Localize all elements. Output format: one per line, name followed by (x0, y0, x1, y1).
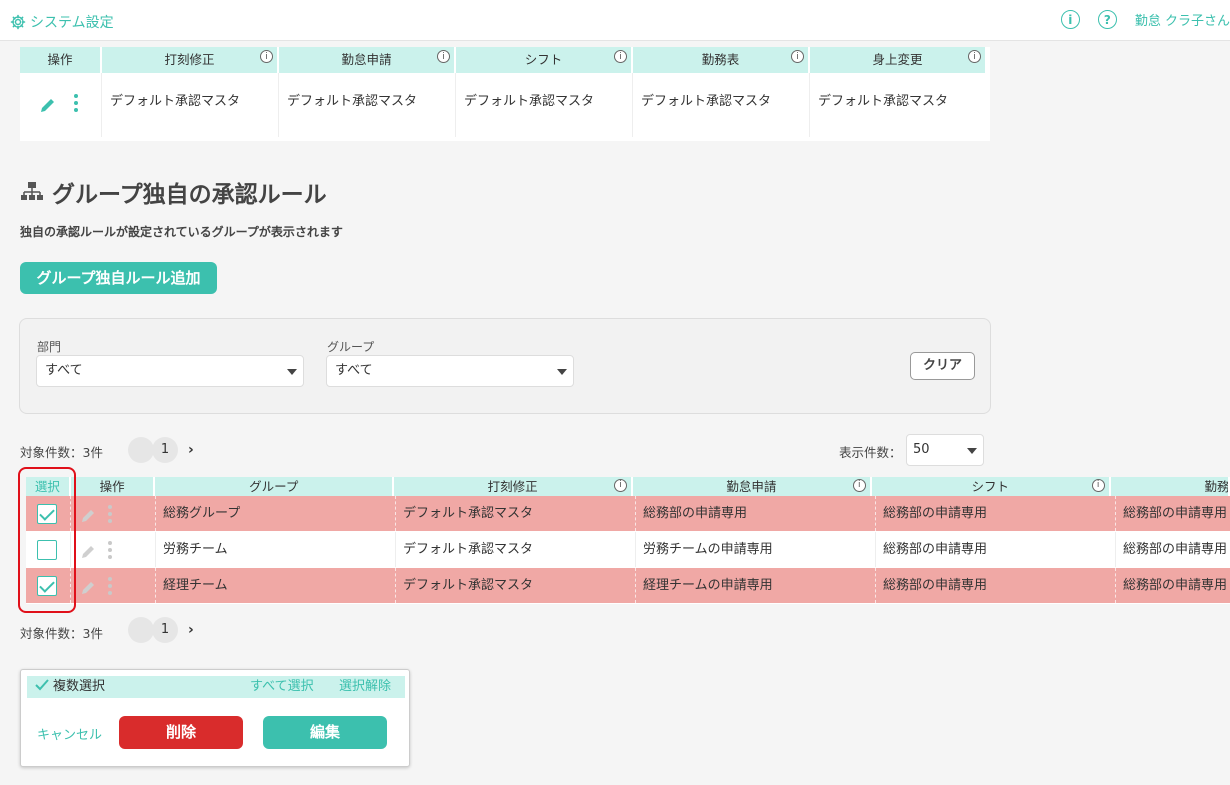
clear-button[interactable]: クリア (910, 352, 975, 380)
info-icon[interactable]: i (437, 50, 450, 63)
edit-button[interactable]: 編集 (263, 716, 387, 749)
cell-punch: デフォルト承認マスタ (396, 496, 636, 531)
org-chart-icon (21, 182, 43, 200)
cell-worksheet: 総務部の申請専用 (1123, 506, 1228, 521)
col-header-personal: 身上変更 i (810, 47, 985, 73)
col-header-shift: シフト i (871, 477, 1109, 496)
page-number[interactable]: 1 (152, 437, 178, 463)
pencil-icon[interactable] (81, 507, 97, 523)
app-header: システム設定 i ? 勤怠 クラ子さん (0, 0, 1230, 41)
cell-worksheet: 総務部の申請専用 (1123, 578, 1228, 593)
section-subtitle: 独自の承認ルールが設定されているグループが表示されます (20, 225, 343, 239)
col-header-worksheet: 勤務表 i (633, 47, 808, 73)
gear-icon (10, 14, 26, 30)
cell-shift: 総務部の申請専用 (876, 532, 1116, 567)
table-row[interactable]: 経理チーム デフォルト承認マスタ 経理チームの申請専用 総務部の申請専用 総務部… (26, 568, 1230, 604)
col-header-attendance: 勤怠申請 i (279, 47, 454, 73)
cell-worksheet: 総務部の申請専用 (1123, 542, 1228, 557)
pencil-icon[interactable] (81, 579, 97, 595)
delete-button[interactable]: 削除 (119, 716, 243, 749)
cell-shift: デフォルト承認マスタ (456, 73, 633, 137)
help-icon[interactable]: ? (1097, 10, 1117, 29)
page-prev-placeholder (128, 437, 154, 463)
next-page-button[interactable]: › (188, 442, 194, 458)
add-group-rule-button[interactable]: グループ独自ルール追加 (20, 262, 217, 294)
info-icon[interactable]: i (614, 50, 627, 63)
result-count: 対象件数：3件 (20, 445, 103, 460)
multi-select-panel: 複数選択 すべて選択 選択解除 キャンセル 削除 編集 (20, 669, 410, 767)
pencil-icon[interactable] (39, 96, 57, 114)
cell-group: 経理チーム (156, 568, 396, 603)
cell-attendance: デフォルト承認マスタ (279, 73, 456, 137)
multi-select-bar: 複数選択 すべて選択 選択解除 (27, 676, 405, 698)
col-header-group: グループ (155, 477, 393, 496)
more-menu-icon[interactable] (108, 577, 112, 598)
table-row[interactable]: 総務グループ デフォルト承認マスタ 総務部の申請専用 総務部の申請専用 総務部の… (26, 496, 1230, 532)
page-number[interactable]: 1 (152, 617, 178, 643)
filter-panel: 部門 すべて グループ すべて クリア (19, 318, 991, 414)
info-icon[interactable]: i (852, 479, 866, 492)
department-label: 部門 (37, 340, 62, 354)
user-menu[interactable]: 勤怠 クラ子さん (1135, 10, 1230, 29)
deselect-link[interactable]: 選択解除 (339, 676, 391, 698)
cell-group: 総務グループ (156, 496, 396, 531)
pagination: 1 › (128, 437, 194, 463)
cell-shift: 総務部の申請専用 (876, 568, 1116, 603)
pagination: 1 › (128, 617, 194, 643)
cell-attendance: 総務部の申請専用 (636, 496, 876, 531)
table-row[interactable]: 労務チーム デフォルト承認マスタ 労務チームの申請専用 総務部の申請専用 総務部… (26, 532, 1230, 568)
select-all-link[interactable]: すべて選択 (250, 676, 314, 698)
section-title: グループ独自の承認ルール (20, 175, 327, 209)
info-icon[interactable]: i (260, 50, 273, 63)
col-header-punch: 打刻修正 i (102, 47, 277, 73)
cancel-link[interactable]: キャンセル (37, 724, 102, 743)
col-header-worksheet: 勤務表 (1110, 477, 1229, 496)
col-header-attendance: 勤怠申請 i (632, 477, 870, 496)
cell-punch: デフォルト承認マスタ (396, 568, 636, 603)
info-icon[interactable]: i (613, 479, 627, 492)
select-column-highlight (18, 467, 76, 613)
cell-personal: デフォルト承認マスタ (818, 94, 949, 109)
cell-attendance: 経理チームの申請専用 (636, 568, 876, 603)
col-header-shift: シフト i (456, 47, 631, 73)
info-icon[interactable]: i (1060, 10, 1080, 29)
info-icon[interactable]: i (968, 50, 981, 63)
department-select[interactable]: すべて (36, 355, 304, 387)
cell-attendance: 労務チームの申請専用 (636, 532, 876, 567)
table-row: デフォルト承認マスタ デフォルト承認マスタ デフォルト承認マスタ デフォルト承認… (20, 73, 990, 137)
more-menu-icon[interactable] (108, 505, 112, 526)
group-select[interactable]: すべて (326, 355, 574, 387)
check-icon (35, 679, 49, 691)
col-header-actions: 操作 (70, 477, 154, 496)
more-menu-icon[interactable] (74, 94, 78, 112)
result-count: 対象件数：3件 (20, 626, 103, 641)
per-page-select[interactable]: 50 (906, 434, 984, 466)
col-header-actions: 操作 (20, 47, 100, 73)
system-settings-link[interactable]: システム設定 (10, 12, 114, 32)
page-title: システム設定 (30, 15, 114, 31)
next-page-button[interactable]: › (188, 622, 194, 638)
group-rules-table: 選択 操作 グループ 打刻修正i 勤怠申請i シフトi 勤務表 総務グループ デ… (26, 477, 1230, 604)
multi-select-label: 複数選択 (53, 679, 106, 694)
default-approval-table: 操作 打刻修正 i 勤怠申請 i シフト i 勤務表 i 身上変更 i デフォルト承認マス… (20, 47, 990, 141)
per-page-label: 表示件数： (839, 445, 902, 460)
cell-group: 労務チーム (156, 532, 396, 567)
dropdown-arrow-icon (967, 448, 977, 454)
group-label: グループ (327, 340, 375, 354)
cell-punch: デフォルト承認マスタ (102, 73, 279, 137)
cell-worksheet: デフォルト承認マスタ (633, 73, 810, 137)
col-header-punch: 打刻修正 i (394, 477, 631, 496)
cell-punch: デフォルト承認マスタ (396, 532, 636, 567)
cell-shift: 総務部の申請専用 (876, 496, 1116, 531)
more-menu-icon[interactable] (108, 541, 112, 562)
info-icon[interactable]: i (1091, 479, 1105, 492)
dropdown-arrow-icon (287, 369, 297, 375)
dropdown-arrow-icon (557, 369, 567, 375)
page-prev-placeholder (128, 617, 154, 643)
pencil-icon[interactable] (81, 543, 97, 559)
info-icon[interactable]: i (791, 50, 804, 63)
